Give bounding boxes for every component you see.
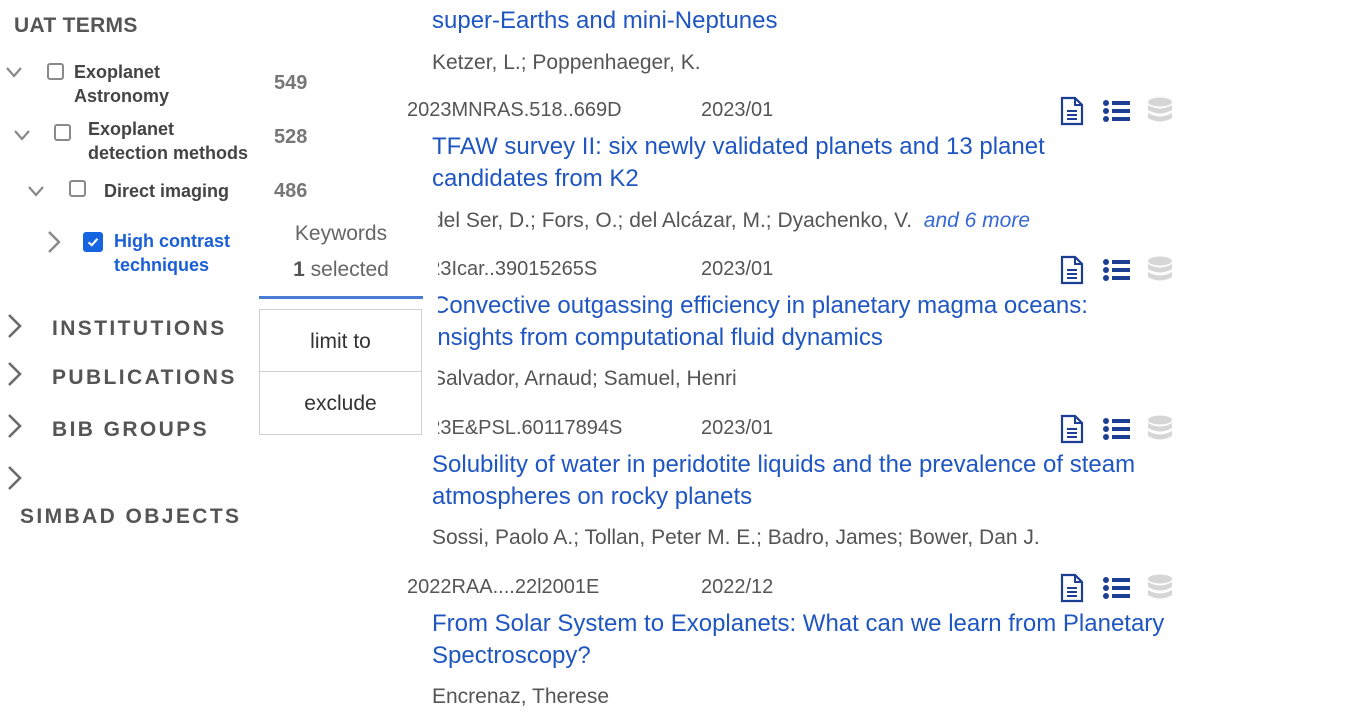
result-title[interactable]: From Solar System to Exoplanets: What ca…: [432, 608, 1164, 672]
result-title-line: TFAW survey II: six newly validated plan…: [432, 133, 1045, 160]
term-count: 549: [274, 72, 308, 94]
result-authors: Ketzer, L.; Poppenhaeger, K.: [432, 51, 701, 74]
uat-terms-heading: UAT TERMS: [14, 14, 138, 37]
database-icon: [1146, 414, 1174, 444]
result-date: 2023/01: [701, 417, 774, 439]
result-title-line: Solubility of water in peridotite liquid…: [432, 451, 1136, 478]
more-authors-link[interactable]: and 6 more: [924, 209, 1030, 232]
limit-to-button[interactable]: limit to: [260, 310, 421, 372]
result-date: 2023/01: [701, 99, 774, 121]
term-label-line: Astronomy: [74, 86, 170, 106]
section-institutions[interactable]: INSTITUTIONS: [52, 317, 227, 341]
result-authors: Salvador, Arnaud; Samuel, Henri: [432, 367, 737, 390]
term-label-line: Exoplanet: [74, 62, 161, 82]
term-label-line: Exoplanet: [88, 119, 175, 139]
list-icon[interactable]: [1102, 255, 1130, 285]
term-count: 486: [274, 180, 308, 202]
result-authors: Encrenaz, Therese: [432, 685, 610, 708]
term-label-line: detection methods: [88, 143, 249, 163]
term-label-line: techniques: [114, 255, 210, 275]
result-authors: Sossi, Paolo A.; Tollan, Peter M. E.; Ba…: [432, 526, 1040, 549]
chevron-right-icon[interactable]: [6, 359, 22, 389]
chevron-right-icon[interactable]: [6, 311, 22, 341]
result-date: 2023/01: [701, 258, 774, 280]
list-icon[interactable]: [1102, 414, 1130, 444]
selected-label: selected: [304, 258, 389, 281]
result-actions: [1058, 573, 1174, 603]
term-label-line: Direct imaging: [104, 181, 230, 201]
term-checkbox-direct-imaging[interactable]: [69, 180, 86, 197]
result-bibcode[interactable]: 2022RAA....22l2001E: [407, 576, 599, 599]
term-checkbox-exoplanet-detection-methods[interactable]: [54, 124, 71, 141]
result-title[interactable]: Convective outgassing efficiency in plan…: [432, 290, 1088, 354]
result-title-line: From Solar System to Exoplanets: What ca…: [432, 610, 1165, 637]
term-count: 528: [274, 126, 308, 148]
selected-count: 1: [293, 258, 305, 281]
result-actions: [1058, 255, 1174, 285]
term-label-exoplanet-detection-methods[interactable]: Exoplanet detection methods: [88, 117, 248, 165]
database-icon: [1146, 573, 1174, 603]
document-icon[interactable]: [1058, 255, 1086, 285]
result-bibcode[interactable]: 2023E&PSL.60117894S: [407, 417, 622, 440]
popover-selected-count: 1 selected: [260, 258, 422, 282]
database-icon: [1146, 255, 1174, 285]
result-actions: [1058, 414, 1174, 444]
result-authors: del Ser, D.; Fors, O.; del Alcázar, M.; …: [432, 209, 1030, 233]
result-title[interactable]: Solubility of water in peridotite liquid…: [432, 449, 1135, 513]
document-icon[interactable]: [1058, 96, 1086, 126]
result-title-line: Spectroscopy?: [432, 642, 591, 669]
chevron-down-icon[interactable]: [14, 127, 30, 143]
result-title-line: candidates from K2: [432, 165, 639, 192]
term-label-direct-imaging[interactable]: Direct imaging: [104, 179, 229, 203]
chevron-right-icon[interactable]: [46, 230, 62, 254]
term-label-line: High contrast: [114, 231, 231, 251]
chevron-right-icon[interactable]: [6, 463, 22, 493]
chevron-right-icon[interactable]: [6, 411, 22, 441]
section-simbad-objects[interactable]: SIMBAD OBJECTS: [20, 505, 241, 529]
chevron-down-icon[interactable]: [28, 183, 44, 199]
result-title-line: atmospheres on rocky planets: [432, 483, 753, 510]
result-title[interactable]: TFAW survey II: six newly validated plan…: [432, 131, 1045, 195]
term-checkbox-exoplanet-astronomy[interactable]: [47, 63, 64, 80]
result-date: 2022/12: [701, 576, 774, 598]
result-bibcode[interactable]: 2023MNRAS.518..669D: [407, 99, 622, 122]
term-label-high-contrast-techniques[interactable]: High contrast techniques: [114, 229, 230, 277]
result-title[interactable]: super-Earths and mini-Neptunes: [432, 5, 778, 37]
results-list: super-Earths and mini-Neptunes Ketzer, L…: [0, 0, 1367, 726]
exclude-button[interactable]: exclude: [260, 372, 421, 434]
section-publications[interactable]: PUBLICATIONS: [52, 366, 237, 390]
list-icon[interactable]: [1102, 96, 1130, 126]
result-actions: [1058, 96, 1174, 126]
popover-divider: [259, 296, 423, 299]
popover-actions: limit to exclude: [259, 309, 422, 435]
result-authors-text: del Ser, D.; Fors, O.; del Alcázar, M.; …: [432, 209, 913, 232]
document-icon[interactable]: [1058, 414, 1086, 444]
list-icon[interactable]: [1102, 573, 1130, 603]
term-label-exoplanet-astronomy[interactable]: Exoplanet Astronomy: [74, 60, 169, 108]
document-icon[interactable]: [1058, 573, 1086, 603]
result-title-line: Convective outgassing efficiency in plan…: [432, 292, 1088, 319]
section-bib-groups[interactable]: BIB GROUPS: [52, 418, 209, 442]
database-icon: [1146, 96, 1174, 126]
term-checkbox-high-contrast-techniques[interactable]: [83, 232, 103, 252]
chevron-down-icon[interactable]: [6, 64, 22, 80]
popover-title: Keywords: [294, 222, 388, 245]
result-title-line: insights from computational fluid dynami…: [432, 324, 883, 351]
